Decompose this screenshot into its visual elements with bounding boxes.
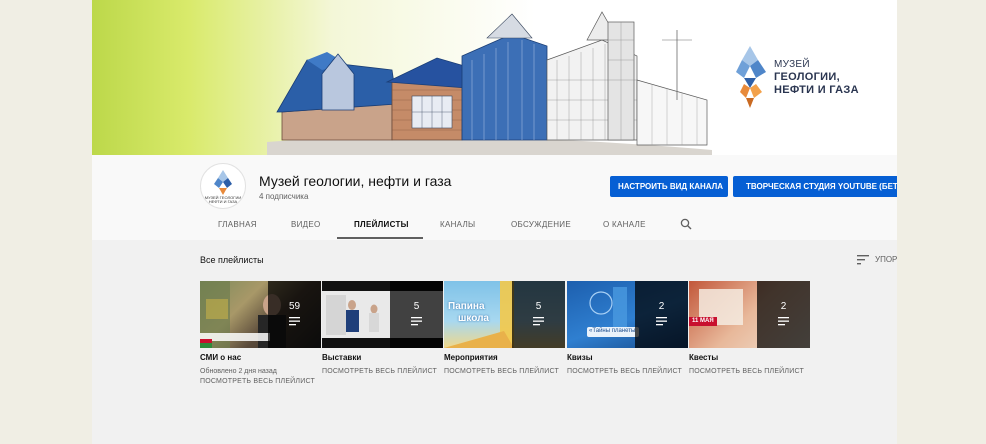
video-count: 2: [658, 301, 665, 312]
playlist-card[interactable]: 11 МАЯ 2 Квесты ПОСМОТРЕТЬ ВЕСЬ ПЛЕЙЛИСТ: [689, 281, 810, 375]
tab-playlists[interactable]: ПЛЕЙЛИСТЫ: [354, 220, 409, 229]
playlist-count-overlay: 2: [757, 281, 810, 348]
channel-title: Музей геологии, нефти и газа: [259, 173, 452, 189]
playlist-icon: [533, 317, 544, 326]
thumbnail-date: 11 МАЯ: [692, 318, 714, 324]
view-full-playlist-link[interactable]: ПОСМОТРЕТЬ ВЕСЬ ПЛЕЙЛИСТ: [200, 378, 321, 385]
youtube-channel-page: МУЗЕЙ ГЕОЛОГИИ, НЕФТИ И ГАЗА МУЗЕЙ ГЕОЛО…: [92, 0, 897, 444]
playlist-icon: [778, 317, 789, 326]
playlist-title[interactable]: СМИ о нас: [200, 353, 321, 362]
playlist-card[interactable]: 5 Выставки ПОСМОТРЕТЬ ВЕСЬ ПЛЕЙЛИСТ: [322, 281, 443, 375]
channel-header: МУЗЕЙ ГЕОЛОГИИ НЕФТИ И ГАЗА Музей геолог…: [92, 155, 897, 240]
playlist-icon: [656, 317, 667, 326]
thumbnail-text-line-1: Папина: [448, 301, 485, 312]
view-full-playlist-link[interactable]: ПОСМОТРЕТЬ ВЕСЬ ПЛЕЙЛИСТ: [689, 368, 810, 375]
video-count: 5: [413, 301, 420, 312]
playlist-thumbnail[interactable]: Папина школа 5: [444, 281, 565, 348]
section-title: Все плейлисты: [200, 255, 264, 265]
view-full-playlist-link[interactable]: ПОСМОТРЕТЬ ВЕСЬ ПЛЕЙЛИСТ: [567, 368, 688, 375]
view-full-playlist-link[interactable]: ПОСМОТРЕТЬ ВЕСЬ ПЛЕЙЛИСТ: [322, 368, 443, 375]
active-tab-indicator: [337, 237, 423, 239]
video-count: 2: [780, 301, 787, 312]
tab-channels[interactable]: КАНАЛЫ: [440, 220, 475, 229]
customize-channel-button[interactable]: НАСТРОИТЬ ВИД КАНАЛА: [610, 176, 728, 197]
playlist-thumbnail[interactable]: «Тайны планеты 2: [567, 281, 688, 348]
thumbnail-text-line-2: школа: [458, 313, 489, 324]
tab-about[interactable]: О КАНАЛЕ: [603, 220, 646, 229]
video-count: 59: [288, 301, 301, 312]
logo-wordmark: МУЗЕЙ ГЕОЛОГИИ, НЕФТИ И ГАЗА: [774, 58, 859, 97]
playlist-card[interactable]: Папина школа 5 Мероприятия ПОСМОТРЕТЬ ВЕ…: [444, 281, 565, 375]
thumbnail-text: «Тайны планеты: [589, 328, 636, 334]
sort-label: УПОРЯДОЧИТЬ: [875, 255, 897, 264]
crystal-logo-icon: [736, 46, 766, 108]
search-icon[interactable]: [680, 218, 692, 230]
logo-line-2: ГЕОЛОГИИ,: [774, 71, 840, 83]
playlist-count-overlay: 59: [268, 281, 321, 348]
playlist-card[interactable]: «Тайны планеты 2 Квизы ПОСМОТРЕТЬ ВЕСЬ П…: [567, 281, 688, 375]
playlist-count-overlay: 5: [390, 281, 443, 348]
tab-videos[interactable]: ВИДЕО: [291, 220, 321, 229]
channel-banner: МУЗЕЙ ГЕОЛОГИИ, НЕФТИ И ГАЗА: [92, 0, 897, 155]
playlist-title[interactable]: Квесты: [689, 353, 810, 362]
playlist-title[interactable]: Выставки: [322, 353, 443, 362]
museum-logo: МУЗЕЙ ГЕОЛОГИИ, НЕФТИ И ГАЗА: [732, 44, 892, 114]
playlist-thumbnail[interactable]: 59: [200, 281, 321, 348]
youtube-studio-button[interactable]: ТВОРЧЕСКАЯ СТУДИЯ YOUTUBE (БЕТА-ВЕРСИЯ): [733, 176, 897, 197]
playlist-title[interactable]: Квизы: [567, 353, 688, 362]
subscriber-count: 4 подписчика: [259, 192, 309, 201]
avatar-crystal-icon: [214, 170, 232, 195]
view-full-playlist-link[interactable]: ПОСМОТРЕТЬ ВЕСЬ ПЛЕЙЛИСТ: [444, 368, 565, 375]
playlist-thumbnail[interactable]: 11 МАЯ 2: [689, 281, 810, 348]
playlist-title[interactable]: Мероприятия: [444, 353, 565, 362]
playlist-updated: Обновлено 2 дня назад: [200, 368, 277, 375]
channel-tabs: ГЛАВНАЯ ВИДЕО ПЛЕЙЛИСТЫ КАНАЛЫ ОБСУЖДЕНИ…: [92, 211, 897, 240]
logo-line-1: МУЗЕЙ: [774, 59, 810, 70]
avatar-caption: МУЗЕЙ ГЕОЛОГИИ НЕФТИ И ГАЗА: [204, 195, 242, 204]
tab-home[interactable]: ГЛАВНАЯ: [218, 220, 257, 229]
playlist-icon: [289, 317, 300, 326]
playlist-icon: [411, 317, 422, 326]
tab-discussion[interactable]: ОБСУЖДЕНИЕ: [511, 220, 571, 229]
playlist-count-overlay: 2: [635, 281, 688, 348]
playlist-thumbnail[interactable]: 5: [322, 281, 443, 348]
playlists-section: Все плейлисты УПОРЯДОЧИТЬ: [92, 240, 897, 444]
video-count: 5: [535, 301, 542, 312]
sort-icon: [857, 255, 869, 265]
logo-line-3: НЕФТИ И ГАЗА: [774, 84, 859, 96]
channel-avatar[interactable]: МУЗЕЙ ГЕОЛОГИИ НЕФТИ И ГАЗА: [200, 163, 246, 209]
playlist-count-overlay: 5: [512, 281, 565, 348]
playlist-card[interactable]: 59 СМИ о нас Обновлено 2 дня назад ПОСМО…: [200, 281, 321, 385]
